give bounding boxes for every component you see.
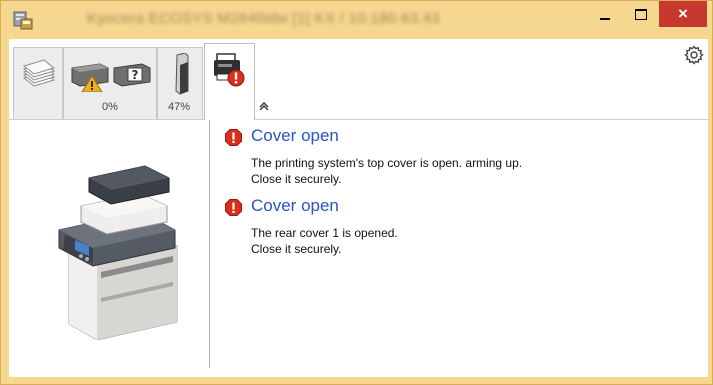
tab-memory[interactable]: 47% [157, 47, 203, 119]
minimize-button[interactable] [587, 1, 623, 27]
close-button[interactable]: × [659, 1, 707, 27]
error-icon [225, 129, 242, 146]
status-monitor-window: Kyocera ECOSYS M2640idw [1] KX / 10.180.… [0, 0, 713, 385]
toner-warning-icon: ? [71, 63, 151, 92]
memory-icon [175, 53, 189, 95]
chevron-up-icon[interactable] [259, 102, 269, 110]
minimize-icon [600, 18, 610, 20]
message-text: The rear cover 1 is opened. [251, 226, 398, 240]
title-bar[interactable]: Kyocera ECOSYS M2640idw [1] KX / 10.180.… [1, 1, 712, 39]
panel-divider [209, 120, 210, 368]
tab-status[interactable] [204, 43, 255, 120]
message-text: The printing system's top cover is open.… [251, 156, 523, 170]
printer-error-icon [214, 53, 245, 87]
tab-paper[interactable] [13, 47, 63, 119]
message-title: Cover open [251, 126, 339, 145]
paper-stack-icon [22, 59, 56, 87]
message-title: Cover open [251, 196, 339, 215]
memory-level-label: 47% [168, 101, 191, 113]
message-text: Close it securely. [251, 172, 342, 186]
message-text: Close it securely. [251, 242, 342, 256]
svg-text:?: ? [132, 68, 139, 82]
tab-toner[interactable]: ? 0% [63, 47, 157, 119]
multifunction-printer-icon [58, 165, 178, 340]
close-icon: × [678, 4, 688, 23]
maximize-button[interactable] [623, 1, 659, 27]
toner-level-label: 0% [102, 101, 118, 113]
gear-icon[interactable] [684, 45, 704, 65]
status-content: Cover open The printing system's top cov… [9, 120, 708, 377]
window-title: Kyocera ECOSYS M2640idw [1] KX / 10.180.… [87, 10, 440, 27]
app-icon [13, 11, 33, 30]
toolbar: ? 0% 47% [9, 39, 708, 120]
error-icon [225, 199, 242, 216]
maximize-icon [635, 9, 647, 20]
